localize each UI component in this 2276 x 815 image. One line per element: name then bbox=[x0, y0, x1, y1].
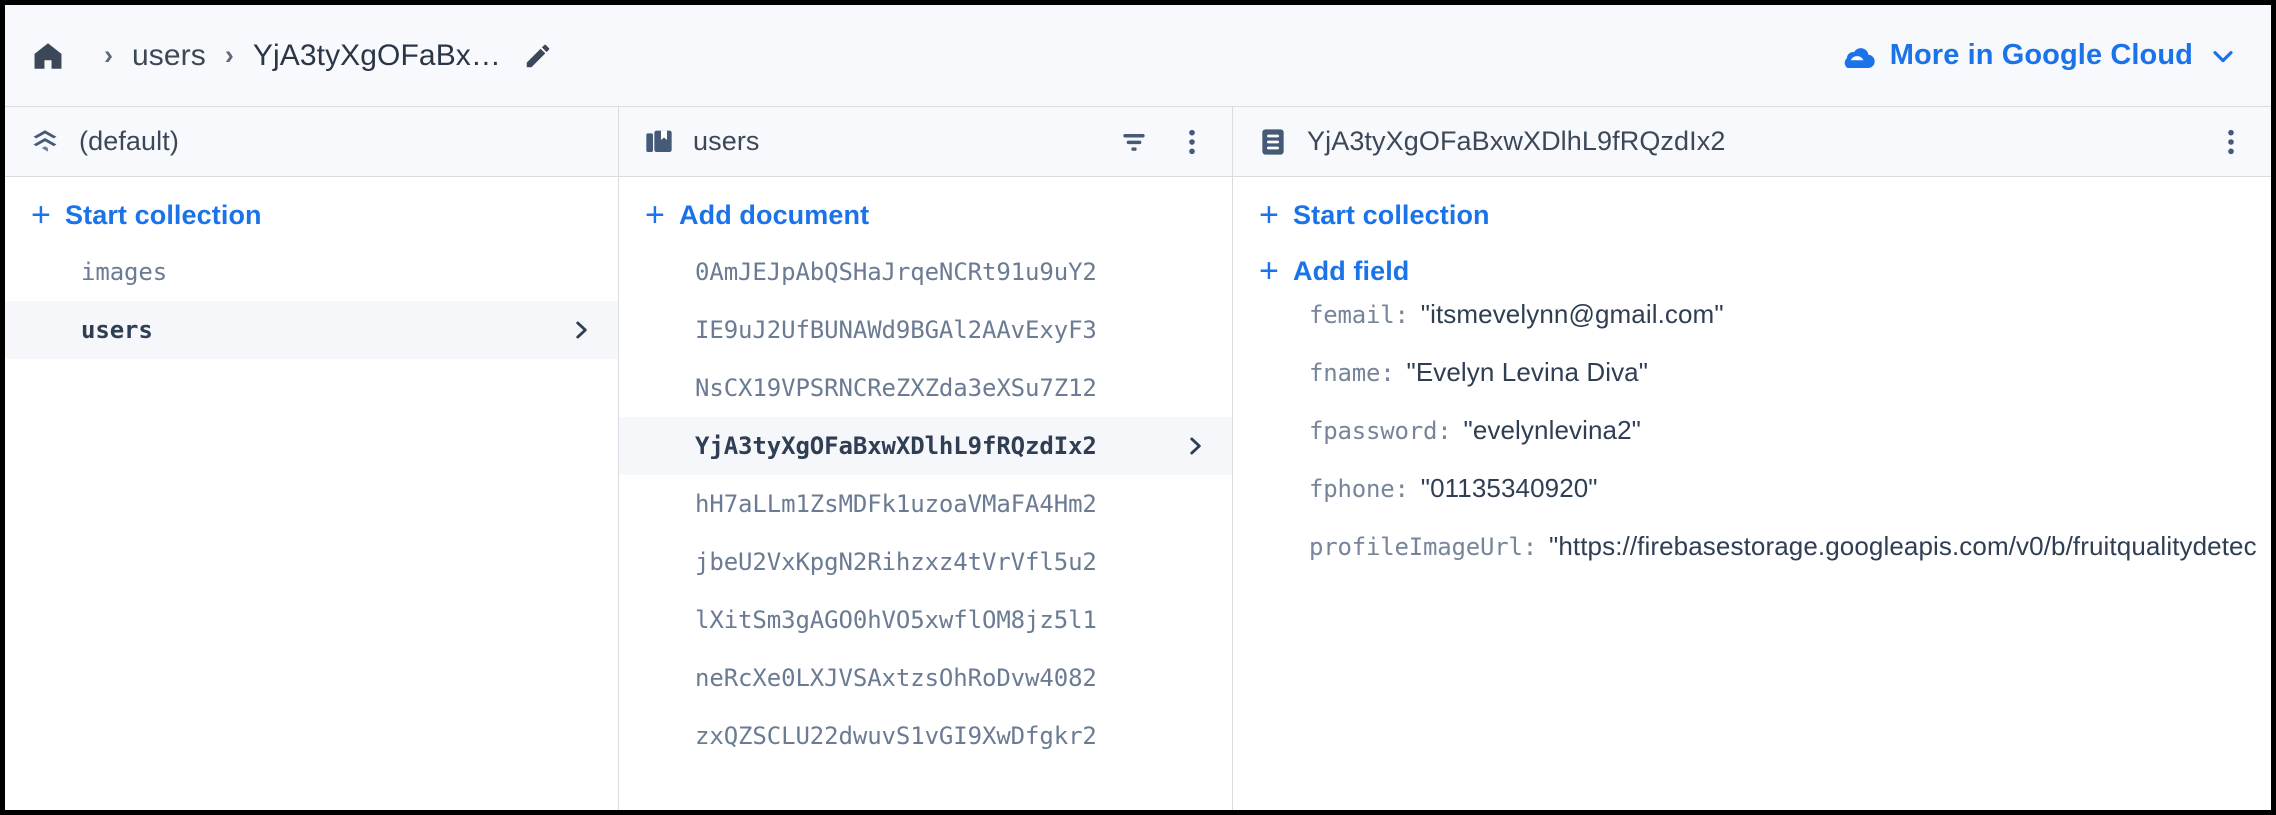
document-id: zxQZSCLU22dwuvS1vGI9XwDfgkr2 bbox=[695, 722, 1097, 750]
collection-name: images bbox=[81, 258, 167, 286]
collection-name-title: users bbox=[693, 126, 760, 157]
firestore-data-console: › users › YjA3tyXgOFaBx… More in Google … bbox=[0, 0, 2276, 815]
start-collection-button[interactable]: + Start collection bbox=[1233, 187, 2271, 243]
plus-icon: + bbox=[645, 198, 679, 232]
pencil-edit-icon[interactable] bbox=[523, 41, 553, 71]
document-panel-header: YjA3tyXgOFaBxwXDlhL9fRQzdIx2 bbox=[1233, 107, 2271, 177]
list-item[interactable]: profileImageUrl: "https://firebasestorag… bbox=[1233, 531, 2271, 589]
chevron-right-icon bbox=[556, 317, 594, 343]
panels-container: (default) + Start collection images user… bbox=[5, 107, 2271, 810]
collection-icon bbox=[643, 126, 675, 158]
field-value: "evelynlevina2" bbox=[1464, 415, 1642, 446]
add-field-button[interactable]: + Add field bbox=[1233, 243, 2271, 299]
more-vert-icon[interactable] bbox=[2215, 126, 2247, 158]
collection-panel-actions bbox=[1102, 126, 1208, 158]
table-row[interactable]: lXitSm3gAGO0hVO5xwflOM8jz5l1 bbox=[619, 591, 1232, 649]
document-id: IE9uJ2UfBUNAWd9BGAl2AAvExyF3 bbox=[695, 316, 1097, 344]
collection-panel-body: + Add document 0AmJEJpAbQSHaJrqeNCRt91u9… bbox=[619, 177, 1232, 810]
filter-icon[interactable] bbox=[1118, 126, 1150, 158]
cloud-icon bbox=[1840, 42, 1876, 70]
add-field-label: Add field bbox=[1293, 256, 1409, 287]
field-value: "https://firebasestorage.googleapis.com/… bbox=[1549, 531, 2257, 562]
document-id: YjA3tyXgOFaBxwXDlhL9fRQzdIx2 bbox=[695, 432, 1097, 460]
plus-icon: + bbox=[1259, 254, 1293, 288]
breadcrumb-separator-1: › bbox=[85, 42, 132, 69]
collection-name: users bbox=[81, 316, 153, 344]
collection-panel-header: users bbox=[619, 107, 1232, 177]
more-in-google-cloud-label: More in Google Cloud bbox=[1890, 39, 2193, 72]
document-id: hH7aLLm1ZsMDFk1uzoaVMaFA4Hm2 bbox=[695, 490, 1097, 518]
top-bar: › users › YjA3tyXgOFaBx… More in Google … bbox=[5, 5, 2271, 107]
document-id: lXitSm3gAGO0hVO5xwflOM8jz5l1 bbox=[695, 606, 1097, 634]
document-id-title: YjA3tyXgOFaBxwXDlhL9fRQzdIx2 bbox=[1307, 126, 1725, 157]
document-panel-body: + Start collection + Add field femail: "… bbox=[1233, 177, 2271, 810]
table-row[interactable]: 0AmJEJpAbQSHaJrqeNCRt91u9uY2 bbox=[619, 243, 1232, 301]
table-row[interactable]: jbeU2VxKpgN2Rihzxz4tVrVfl5u2 bbox=[619, 533, 1232, 591]
plus-icon: + bbox=[31, 198, 65, 232]
list-item[interactable]: femail: "itsmevelynn@gmail.com" bbox=[1233, 299, 2271, 357]
database-panel-body: + Start collection images users bbox=[5, 177, 618, 810]
field-key: femail: bbox=[1309, 301, 1409, 329]
field-value: "Evelyn Levina Diva" bbox=[1407, 357, 1649, 388]
document-id: NsCX19VPSRNCReZXZda3eXSu7Z12 bbox=[695, 374, 1097, 402]
start-collection-label: Start collection bbox=[65, 200, 262, 231]
document-id: neRcXe0LXJVSAxtzsOhRoDvw4082 bbox=[695, 664, 1097, 692]
chevron-right-icon bbox=[1170, 433, 1208, 459]
table-row[interactable]: zxQZSCLU22dwuvS1vGI9XwDfgkr2 bbox=[619, 707, 1232, 765]
table-row[interactable]: IE9uJ2UfBUNAWd9BGAl2AAvExyF3 bbox=[619, 301, 1232, 359]
table-row[interactable]: hH7aLLm1ZsMDFk1uzoaVMaFA4Hm2 bbox=[619, 475, 1232, 533]
document-panel-actions bbox=[2199, 126, 2247, 158]
field-key: fname: bbox=[1309, 359, 1395, 387]
document-id: 0AmJEJpAbQSHaJrqeNCRt91u9uY2 bbox=[695, 258, 1097, 286]
home-icon[interactable] bbox=[31, 39, 65, 73]
add-document-button[interactable]: + Add document bbox=[619, 187, 1232, 243]
breadcrumb-collection[interactable]: users bbox=[132, 39, 206, 73]
list-item[interactable]: fname: "Evelyn Levina Diva" bbox=[1233, 357, 2271, 415]
document-list: 0AmJEJpAbQSHaJrqeNCRt91u9uY2 IE9uJ2UfBUN… bbox=[619, 243, 1232, 765]
chevron-down-icon bbox=[2207, 40, 2239, 72]
field-list: femail: "itsmevelynn@gmail.com" fname: "… bbox=[1233, 299, 2271, 589]
breadcrumb-document[interactable]: YjA3tyXgOFaBx… bbox=[253, 39, 501, 73]
document-id: jbeU2VxKpgN2Rihzxz4tVrVfl5u2 bbox=[695, 548, 1097, 576]
database-name: (default) bbox=[79, 126, 179, 157]
table-row[interactable]: NsCX19VPSRNCReZXZda3eXSu7Z12 bbox=[619, 359, 1232, 417]
collection-panel: users bbox=[619, 107, 1233, 810]
add-document-label: Add document bbox=[679, 200, 869, 231]
list-item[interactable]: fphone: "01135340920" bbox=[1233, 473, 2271, 531]
database-panel: (default) + Start collection images user… bbox=[5, 107, 619, 810]
more-in-google-cloud-button[interactable]: More in Google Cloud bbox=[1836, 33, 2243, 78]
field-key: profileImageUrl: bbox=[1309, 533, 1537, 561]
breadcrumb: › users › YjA3tyXgOFaBx… bbox=[31, 39, 553, 73]
field-key: fpassword: bbox=[1309, 417, 1452, 445]
start-collection-button[interactable]: + Start collection bbox=[5, 187, 618, 243]
start-collection-label: Start collection bbox=[1293, 200, 1490, 231]
firestore-database-icon bbox=[29, 126, 61, 158]
field-value: "itsmevelynn@gmail.com" bbox=[1421, 299, 1724, 330]
table-row[interactable]: YjA3tyXgOFaBxwXDlhL9fRQzdIx2 bbox=[619, 417, 1232, 475]
document-icon bbox=[1257, 126, 1289, 158]
field-key: fphone: bbox=[1309, 475, 1409, 503]
list-item[interactable]: fpassword: "evelynlevina2" bbox=[1233, 415, 2271, 473]
more-vert-icon[interactable] bbox=[1176, 126, 1208, 158]
database-panel-header: (default) bbox=[5, 107, 618, 177]
field-value: "01135340920" bbox=[1421, 473, 1598, 504]
table-row[interactable]: neRcXe0LXJVSAxtzsOhRoDvw4082 bbox=[619, 649, 1232, 707]
breadcrumb-separator-2: › bbox=[206, 42, 253, 69]
list-item[interactable]: users bbox=[5, 301, 618, 359]
list-item[interactable]: images bbox=[5, 243, 618, 301]
plus-icon: + bbox=[1259, 198, 1293, 232]
document-panel: YjA3tyXgOFaBxwXDlhL9fRQzdIx2 + Start col… bbox=[1233, 107, 2271, 810]
collection-list: images users bbox=[5, 243, 618, 359]
